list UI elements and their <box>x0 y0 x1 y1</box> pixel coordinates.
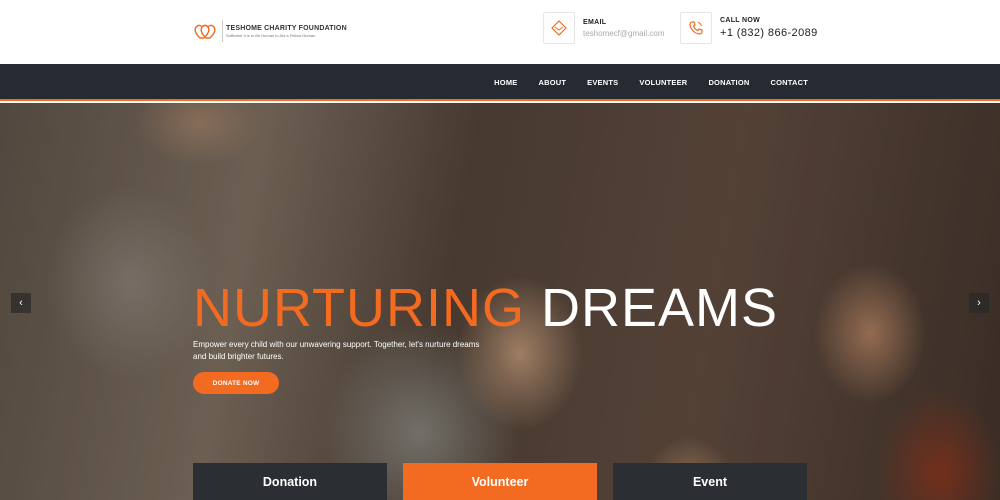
email-address[interactable]: teshomecf@gmail.com <box>583 29 664 38</box>
volunteer-card[interactable]: Volunteer <box>403 463 597 500</box>
hero-headline: NURTURING DREAMS <box>193 281 778 335</box>
diamond-mail-icon <box>543 12 575 44</box>
brand-name: TESHOME CHARITY FOUNDATION <box>226 24 347 32</box>
event-card[interactable]: Event <box>613 463 807 500</box>
chevron-left-icon[interactable]: ‹ <box>11 293 31 313</box>
headline-rest: DREAMS <box>541 278 779 338</box>
email-label: EMAIL <box>583 18 607 26</box>
chevron-right-icon[interactable]: › <box>969 293 989 313</box>
nav-item-home[interactable]: HOME <box>494 78 517 87</box>
main-nav: HOME ABOUT EVENTS VOLUNTEER DONATION CON… <box>0 64 1000 101</box>
double-heart-icon <box>194 24 216 39</box>
nav-item-about[interactable]: ABOUT <box>538 78 566 87</box>
nav-item-donation[interactable]: DONATION <box>708 78 749 87</box>
phone-label: CALL NOW <box>720 17 760 24</box>
nav-item-contact[interactable]: CONTACT <box>770 78 808 87</box>
donation-card[interactable]: Donation <box>193 463 387 500</box>
brand-tagline: Sufficient It is to Be Human to Aid a Fe… <box>226 32 316 38</box>
logo-divider <box>222 20 223 42</box>
donate-now-button[interactable]: DONATE NOW <box>193 372 279 394</box>
phone-contact[interactable]: CALL NOW +1 (832) 866-2089 <box>680 12 818 44</box>
nav-item-events[interactable]: EVENTS <box>587 78 618 87</box>
nav-item-volunteer[interactable]: VOLUNTEER <box>639 78 687 87</box>
hero-subtext: Empower every child with our unwavering … <box>193 340 480 361</box>
hero-slider: ‹ › NURTURING DREAMS Empower every child… <box>0 103 1000 500</box>
phone-number[interactable]: +1 (832) 866-2089 <box>720 27 818 39</box>
email-contact[interactable]: EMAIL teshomecf@gmail.com <box>543 12 664 44</box>
site-header: TESHOME CHARITY FOUNDATION Sufficient It… <box>0 0 1000 64</box>
headline-highlight: NURTURING <box>193 278 525 338</box>
phone-icon <box>680 12 712 44</box>
site-logo[interactable]: TESHOME CHARITY FOUNDATION Sufficient It… <box>193 12 355 44</box>
